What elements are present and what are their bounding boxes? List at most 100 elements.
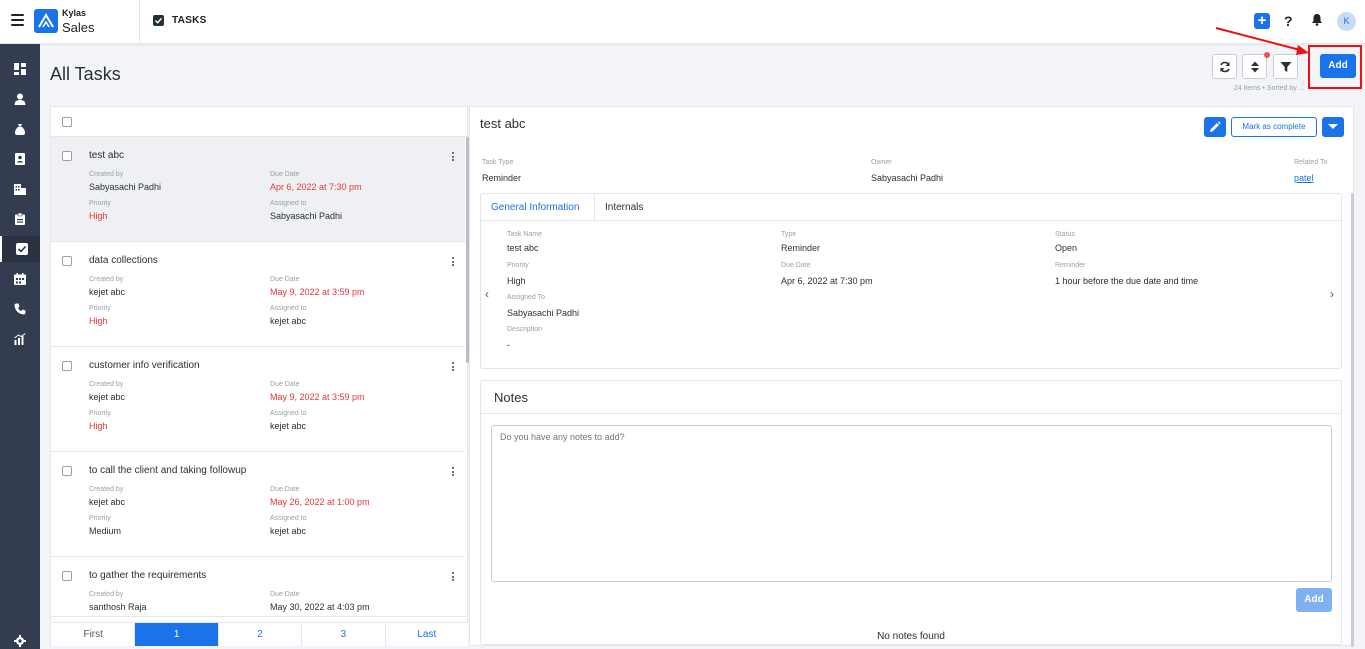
kebab-menu-icon[interactable]: [452, 362, 454, 373]
add-note-button[interactable]: Add: [1296, 588, 1332, 612]
task-list-panel: test abc Created by Sabyasachi Padhi Due Da…: [50, 106, 469, 646]
leads-icon[interactable]: [0, 86, 40, 112]
task-checkbox[interactable]: [62, 466, 72, 476]
brand-name: Kylas: [62, 8, 87, 18]
task-list-item[interactable]: to gather the requirements Created by sant…: [51, 557, 465, 617]
page-1[interactable]: 1: [135, 623, 219, 646]
task-checkbox[interactable]: [62, 256, 72, 266]
reminder-value: 1 hour before the due date and time: [1055, 276, 1199, 286]
edit-button[interactable]: [1204, 117, 1226, 137]
divider: [481, 413, 1341, 414]
no-notes-message: No notes found: [877, 631, 945, 642]
tasks-nav-icon[interactable]: [0, 236, 40, 262]
kebab-menu-icon[interactable]: [452, 257, 454, 268]
task-detail-panel: test abc Mark as complete Task Type Remi…: [469, 106, 1354, 647]
divider: [139, 0, 140, 42]
notes-input[interactable]: [491, 425, 1332, 582]
task-title[interactable]: to call the client and taking followup: [89, 465, 246, 476]
priority-value: High: [89, 421, 108, 431]
task-checkbox[interactable]: [62, 151, 72, 161]
deals-icon[interactable]: [0, 116, 40, 142]
notes-card: Notes Add No notes found: [480, 380, 1342, 645]
detail-scrollbar[interactable]: [1351, 193, 1354, 647]
module-title: TASKS: [172, 15, 207, 26]
priority-value: Medium: [89, 526, 122, 536]
tab-general-information[interactable]: General Information: [481, 194, 595, 221]
user-avatar[interactable]: K: [1337, 12, 1356, 31]
due-date-label: Due Date: [270, 591, 300, 598]
page-first[interactable]: First: [52, 623, 136, 646]
description-label: Description: [507, 326, 543, 333]
due-date-label: Due Date: [270, 486, 300, 493]
related-to-link[interactable]: patel: [1294, 173, 1314, 183]
task-type-value: Reminder: [482, 173, 522, 183]
kebab-menu-icon[interactable]: [452, 467, 454, 478]
due-date-value: Apr 6, 2022 at 7:30 pm: [781, 276, 873, 286]
assigned-to-label: Assigned to: [270, 515, 307, 522]
assigned-to-value: Sabyasachi Padhi: [270, 211, 343, 221]
kylas-logo: [34, 9, 58, 33]
task-title[interactable]: customer info verification: [89, 360, 200, 371]
task-list-item[interactable]: test abc Created by Sabyasachi Padhi Due Da…: [51, 137, 465, 242]
select-all-checkbox[interactable]: [62, 117, 72, 127]
priority-label: Priority: [89, 515, 111, 522]
task-title[interactable]: data collections: [89, 255, 158, 266]
priority-label: Priority: [89, 200, 111, 207]
list-meta-info: 24 items • Sorted by ...: [1234, 85, 1305, 92]
due-date-value: May 26, 2022 at 1:00 pm: [270, 497, 370, 507]
created-by-value: kejet abc: [89, 392, 126, 402]
kebab-menu-icon[interactable]: [452, 152, 454, 163]
due-date-value: May 9, 2022 at 3:59 pm: [270, 392, 365, 402]
settings-gear-icon[interactable]: [14, 634, 26, 649]
assigned-to-value: kejet abc: [270, 526, 307, 536]
page-3[interactable]: 3: [302, 623, 386, 646]
contacts-icon[interactable]: [0, 146, 40, 172]
priority-value: High: [507, 276, 526, 286]
created-by-value: kejet abc: [89, 497, 126, 507]
tasks-module-icon: [153, 15, 164, 26]
task-list-item[interactable]: to call the client and taking followup Cr…: [51, 452, 465, 557]
created-by-value: kejet abc: [89, 287, 126, 297]
created-by-label: Created by: [89, 276, 124, 283]
kebab-menu-icon[interactable]: [452, 572, 454, 583]
prev-chevron-icon[interactable]: ‹: [485, 287, 489, 301]
mark-complete-button[interactable]: Mark as complete: [1231, 117, 1317, 137]
more-actions-dropdown[interactable]: [1322, 117, 1344, 137]
reports-icon[interactable]: [0, 326, 40, 352]
dashboard-icon[interactable]: [0, 56, 40, 82]
menu-icon[interactable]: [11, 14, 24, 26]
task-checkbox[interactable]: [62, 571, 72, 581]
notes-title: Notes: [494, 390, 528, 405]
info-tabs: General Information Internals: [481, 194, 1341, 221]
calendar-icon[interactable]: [0, 266, 40, 292]
due-date-value: May 30, 2022 at 4:03 pm: [270, 602, 370, 612]
task-name-label: Task Name: [507, 231, 543, 238]
companies-icon[interactable]: [0, 176, 40, 202]
related-to-label: Related To: [1294, 159, 1328, 166]
list-header: [51, 107, 467, 137]
phone-icon[interactable]: [0, 296, 40, 322]
pagination: First 1 2 3 Last: [52, 622, 468, 646]
assigned-to-value: Sabyasachi Padhi: [507, 308, 580, 318]
brand-product: Sales: [62, 20, 95, 35]
task-list-item[interactable]: data collections Created by kejet abc Due D…: [51, 242, 465, 347]
clipboard-icon[interactable]: [0, 206, 40, 232]
page-last[interactable]: Last: [386, 623, 468, 646]
due-date-label: Due Date: [781, 262, 811, 269]
detail-title: test abc: [480, 116, 526, 131]
created-by-value: Sabyasachi Padhi: [89, 182, 162, 192]
priority-value: High: [89, 211, 108, 221]
task-type-label: Task Type: [482, 159, 514, 166]
description-value: -: [507, 340, 510, 350]
task-checkbox[interactable]: [62, 361, 72, 371]
page-2[interactable]: 2: [219, 623, 303, 646]
next-chevron-icon[interactable]: ›: [1330, 287, 1334, 301]
tab-internals[interactable]: Internals: [595, 194, 653, 221]
created-by-label: Created by: [89, 486, 124, 493]
task-list-item[interactable]: customer info verification Created by keje…: [51, 347, 465, 452]
sidebar: [0, 44, 40, 649]
task-title[interactable]: to gather the requirements: [89, 570, 206, 581]
reminder-label: Reminder: [1055, 262, 1086, 269]
assigned-to-label: Assigned to: [270, 200, 307, 207]
task-title[interactable]: test abc: [89, 150, 124, 161]
